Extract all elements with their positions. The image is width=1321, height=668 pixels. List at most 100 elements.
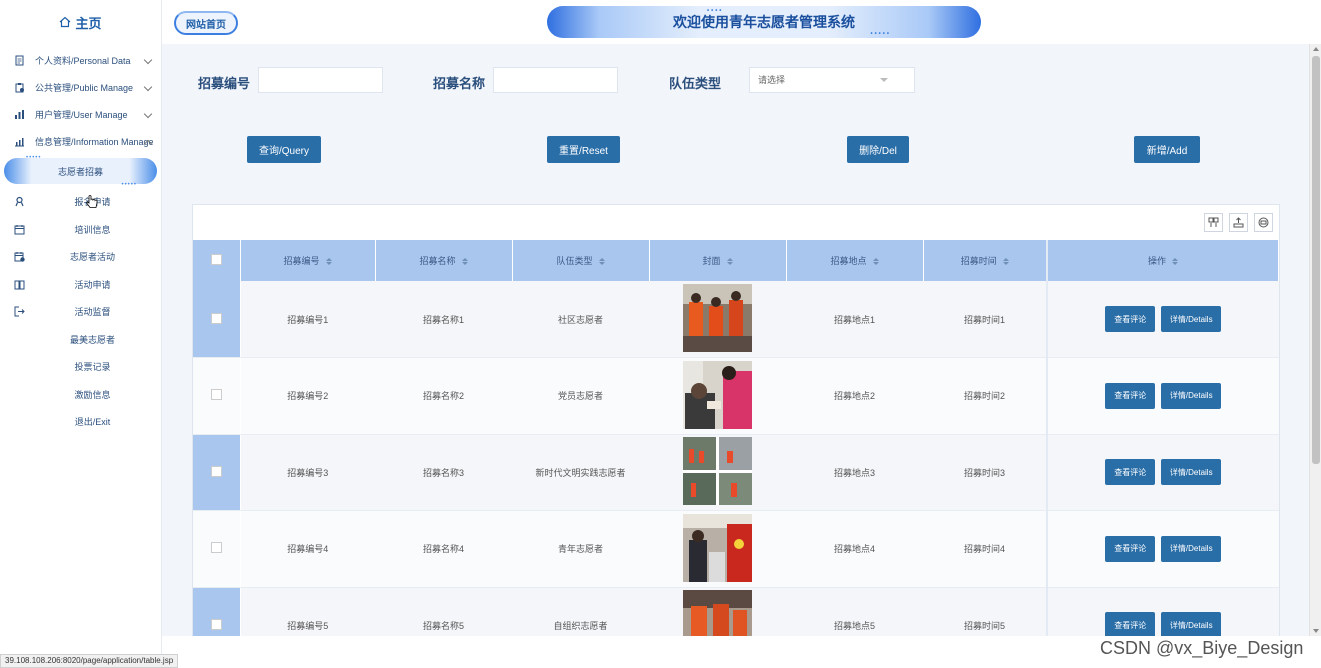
sort-icon [598,258,605,265]
sidebar-item-incentives[interactable]: 激励信息 [0,381,161,409]
cell-cover [649,281,786,358]
cell-place: 招募地点1 [786,281,923,358]
vertical-scrollbar[interactable] [1309,44,1321,636]
sidebar-home[interactable]: 主页 [0,0,161,44]
sidebar-item-activity-apply[interactable]: 活动申请 [0,271,161,299]
cell-actions: 查看评论 详情/Details [1046,281,1279,358]
view-comments-button[interactable]: 查看评论 [1105,535,1156,562]
query-button[interactable]: 查询/Query [247,136,321,163]
team-type-select[interactable]: 请选择 [749,67,915,93]
delete-button[interactable]: 删除/Del [847,136,909,163]
table-row: 招募编号4 招募名称4 青年志愿者 招募地点4 招募时间4 查看评论 详情/Det… [193,510,1279,588]
reset-button[interactable]: 重置/Reset [547,136,620,163]
book-icon [14,280,25,289]
details-button[interactable]: 详情/Details [1161,612,1222,636]
details-button[interactable]: 详情/Details [1161,535,1222,562]
add-button[interactable]: 新增/Add [1134,136,1200,163]
export-button[interactable] [1229,213,1248,232]
menu-group-public-manage[interactable]: 公共管理/Public Manage [0,74,161,101]
cell-team-type: 党员志愿者 [512,357,649,435]
menu-group-personal-data[interactable]: 个人资料/Personal Data [0,47,161,74]
team-type-label: 队伍类型 [669,76,722,91]
recruit-id-label: 招募编号 [198,76,251,91]
chevron-down-icon [143,55,153,65]
sidebar-item-application[interactable]: 报名申请 [0,188,161,216]
details-button[interactable]: 详情/Details [1161,459,1222,486]
cell-recruit-name: 招募名称1 [375,281,512,358]
row-checkbox[interactable] [210,618,222,630]
cell-recruit-name: 招募名称5 [375,587,512,636]
sidebar-item-label: 激励信息 [74,389,111,400]
cover-image[interactable] [683,284,752,352]
sidebar-item-label: 志愿者活动 [69,252,115,263]
view-comments-button[interactable]: 查看评论 [1105,612,1156,636]
cover-image[interactable] [683,590,752,636]
sidebar-item-best-volunteer[interactable]: 最美志愿者 [0,326,161,354]
details-button[interactable]: 详情/Details [1161,382,1222,409]
sidebar-item-volunteer-recruit[interactable]: ••••• 志愿者招募 ••••• [4,155,157,188]
cell-recruit-name: 招募名称3 [375,434,512,511]
table-toolbar [1204,213,1273,233]
scrollbar-thumb[interactable] [1312,56,1320,464]
col-header-team-type[interactable]: 队伍类型 [512,240,650,281]
user-badge-icon [15,196,24,207]
print-button[interactable] [1254,213,1273,232]
cover-image[interactable] [683,437,752,506]
sort-icon [325,258,332,265]
col-header-place[interactable]: 招募地点 [786,240,924,281]
cell-recruit-name: 招募名称2 [375,357,512,435]
cover-image[interactable] [683,360,752,429]
recruit-name-input[interactable] [493,67,618,93]
view-comments-button[interactable]: 查看评论 [1105,382,1156,409]
logout-icon [14,306,25,317]
select-all-checkbox[interactable] [210,254,222,265]
col-header-recruit-id[interactable]: 招募编号 [240,240,376,281]
row-select-cell [193,357,241,435]
row-checkbox[interactable] [210,389,222,401]
view-comments-button[interactable]: 查看评论 [1105,459,1156,486]
sidebar-item-vote-records[interactable]: 投票记录 [0,353,161,381]
columns-icon [1208,217,1219,227]
cell-actions: 查看评论 详情/Details [1046,587,1279,636]
col-header-actions[interactable]: 操作 [1046,240,1279,281]
menu-group-label: 个人资料/Personal Data [35,56,131,66]
topbar: 网站首页 •••• 欢迎使用青年志愿者管理系统 ••••• [162,0,1321,44]
print-icon [1258,217,1269,228]
cover-image[interactable] [683,513,752,582]
col-header-time[interactable]: 招募时间 [923,240,1048,281]
menu-group-information-manage[interactable]: 信息管理/Information Manage [0,128,161,155]
menu-group-label: 用户管理/User Manage [35,110,128,120]
sidebar-item-training[interactable]: 培训信息 [0,216,161,244]
sidebar-item-supervision[interactable]: 活动监督 [0,298,161,326]
row-checkbox[interactable] [210,312,222,324]
menu-group-user-manage[interactable]: 用户管理/User Manage [0,101,161,128]
data-table-panel: 招募编号 招募名称 队伍类型 封面 招募地点 招募时间 操作 招募编号1 招募名… [192,204,1280,636]
col-header-label: 封面 [702,256,721,266]
columns-filter-button[interactable] [1204,213,1223,232]
scroll-up-icon[interactable] [1313,47,1319,51]
scroll-down-icon[interactable] [1313,629,1319,633]
cell-cover [649,510,786,588]
col-header-cover[interactable]: 封面 [649,240,787,281]
view-comments-button[interactable]: 查看评论 [1105,306,1156,332]
cell-time: 招募时间1 [923,281,1047,358]
cell-time: 招募时间2 [923,357,1047,435]
caret-down-icon [880,78,888,82]
col-header-label: 招募编号 [283,256,320,266]
cell-time: 招募时间3 [923,434,1047,511]
sidebar-item-activities[interactable]: 志愿者活动 [0,243,161,271]
sidebar-item-exit[interactable]: 退出/Exit [0,408,161,436]
recruit-id-input[interactable] [258,67,383,93]
cell-recruit-id: 招募编号3 [240,434,375,511]
table-header-row: 招募编号 招募名称 队伍类型 封面 招募地点 招募时间 操作 [193,240,1279,281]
hand-cursor-icon [86,195,98,208]
row-select-cell [193,281,241,358]
details-button[interactable]: 详情/Details [1161,306,1222,332]
home-icon [60,16,71,28]
row-checkbox[interactable] [210,542,222,554]
sidebar-item-label: 最美志愿者 [69,334,115,345]
row-checkbox[interactable] [210,465,222,477]
site-home-button[interactable]: 网站首页 [174,11,238,35]
col-header-recruit-name[interactable]: 招募名称 [375,240,513,281]
page-title-banner: •••• 欢迎使用青年志愿者管理系统 ••••• [547,6,981,38]
